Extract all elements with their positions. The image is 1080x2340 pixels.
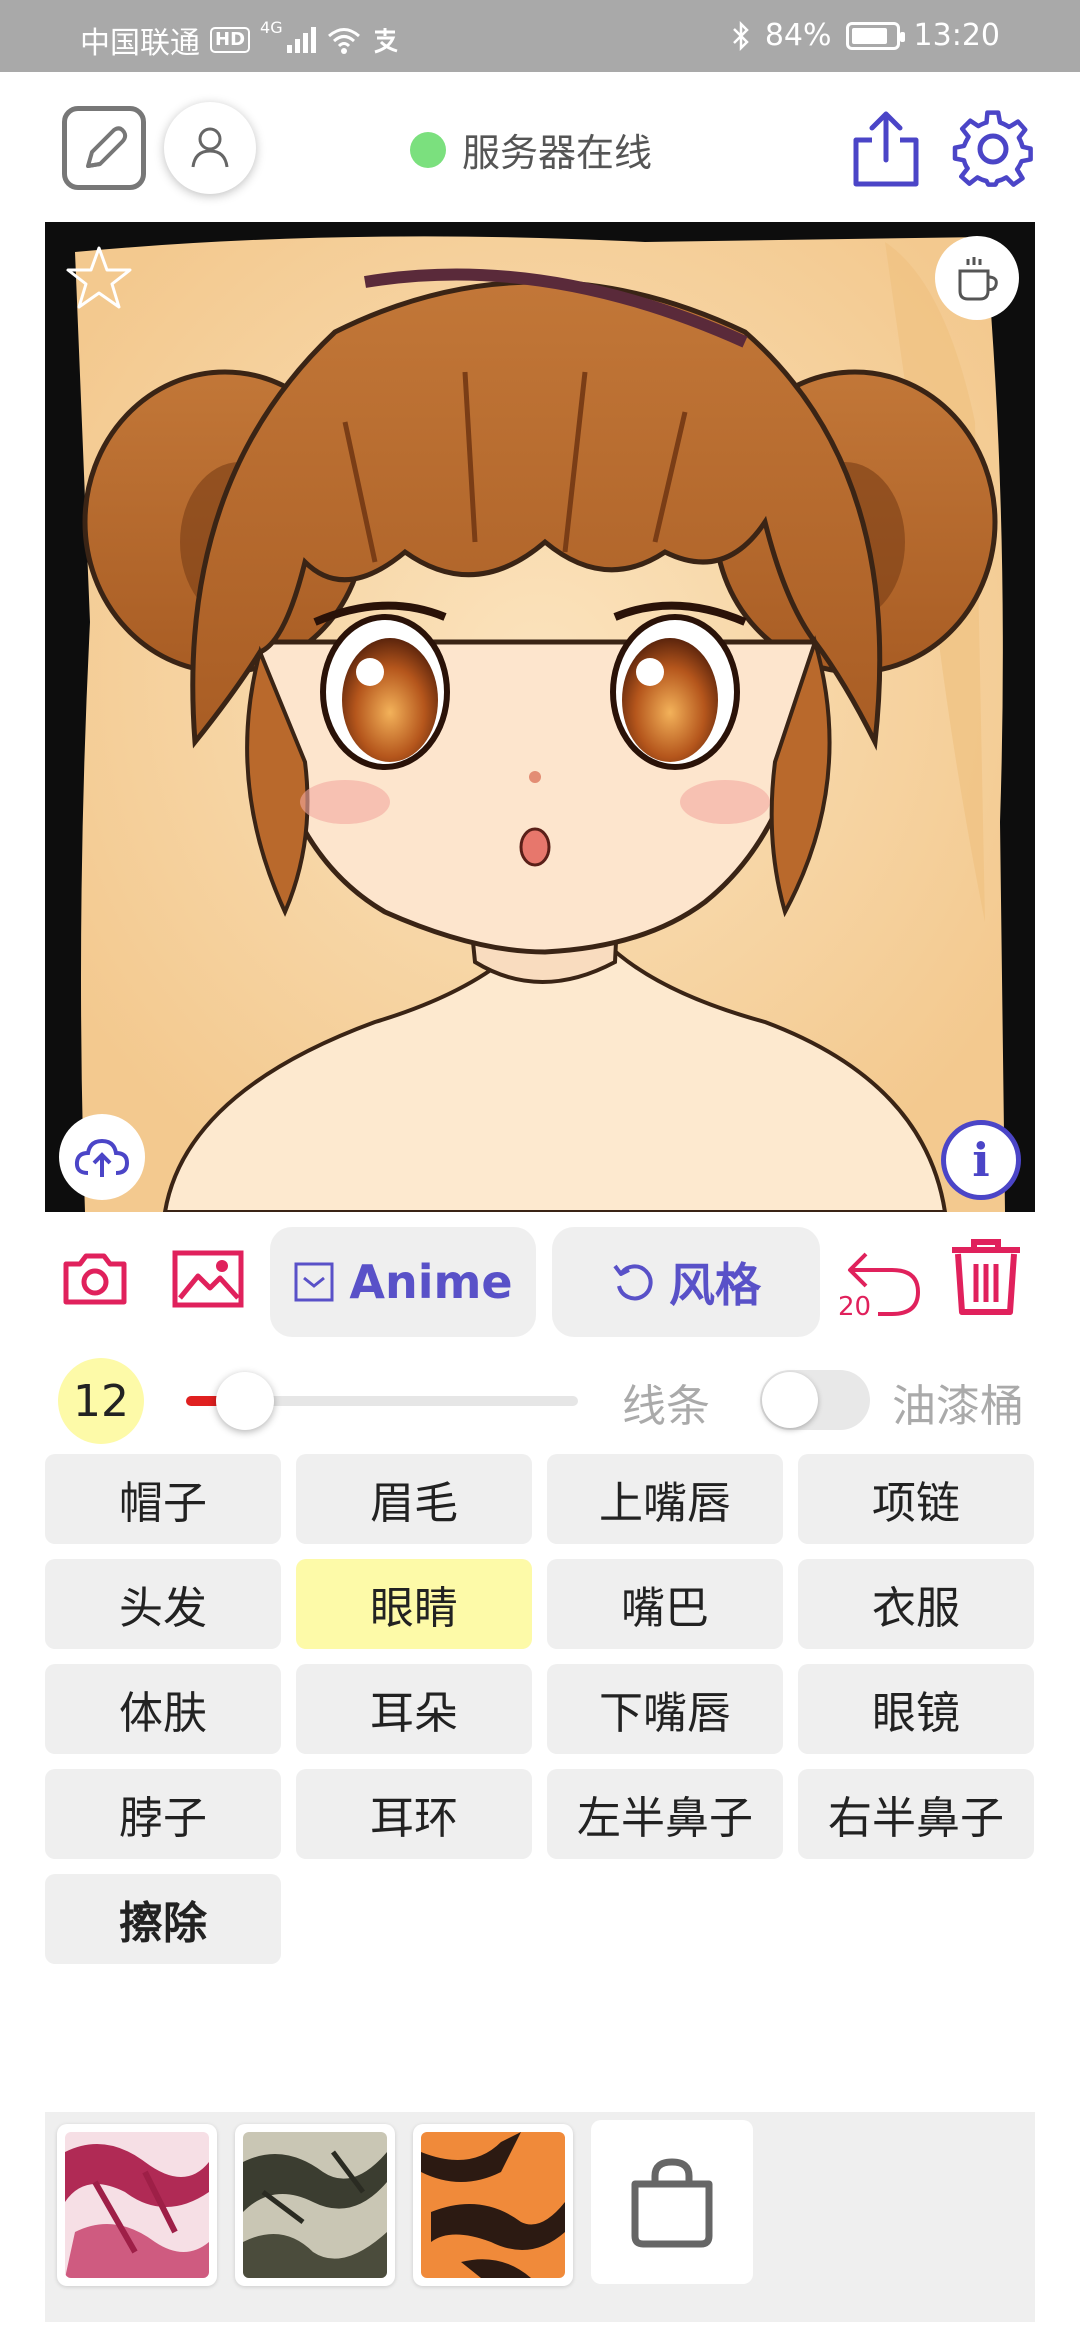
server-status-label: 服务器在线: [462, 131, 653, 175]
hd-badge: HD: [210, 27, 251, 53]
part-label: 脖子: [119, 1793, 207, 1844]
user-icon: [191, 127, 229, 168]
part-label: 下嘴唇: [599, 1688, 731, 1739]
part-selector-grid: 帽子 眉毛 上嘴唇 项链 头发 眼睛 嘴巴 衣服 体肤 耳朵 下嘴唇 眼镜 脖子…: [45, 1454, 1035, 1964]
user-button[interactable]: [164, 102, 256, 194]
clock: 13:20: [913, 18, 1000, 53]
part-button[interactable]: 耳环: [296, 1769, 532, 1859]
coffee-button[interactable]: [935, 236, 1019, 320]
part-button[interactable]: 下嘴唇: [547, 1664, 783, 1754]
part-button[interactable]: 左半鼻子: [547, 1769, 783, 1859]
network-type: 4G: [260, 18, 283, 37]
info-icon: i: [972, 1133, 990, 1187]
image-icon: [172, 1250, 244, 1308]
part-label: 耳环: [370, 1793, 458, 1844]
shopping-bag-icon: [631, 2158, 713, 2248]
checkbox-icon: [294, 1262, 334, 1302]
settings-button[interactable]: [950, 106, 1036, 192]
status-bar: 中国联通 HD 4G 84% 13:20: [0, 0, 1080, 72]
gallery-button[interactable]: [172, 1250, 244, 1308]
delete-button[interactable]: [948, 1236, 1024, 1316]
info-button[interactable]: i: [941, 1120, 1021, 1200]
part-button[interactable]: 眼镜: [798, 1664, 1034, 1754]
wifi-icon: [327, 26, 361, 54]
texture-swatch[interactable]: [57, 2124, 217, 2286]
part-label: 体肤: [119, 1688, 207, 1739]
brush-size-badge: 12: [58, 1358, 144, 1444]
battery-icon: [845, 21, 905, 50]
signal-icon: [286, 27, 317, 53]
paint-bucket-label: 油漆桶: [892, 1381, 1024, 1432]
brush-controls: 12 线条 油漆桶: [0, 1342, 1080, 1452]
part-label: 头发: [119, 1583, 207, 1634]
part-label: 衣服: [872, 1583, 960, 1634]
anime-portrait-image: [45, 222, 1035, 1212]
top-toolbar: 服务器在线: [0, 72, 1080, 222]
toggle-knob: [762, 1372, 818, 1428]
paint-bucket-toggle[interactable]: [760, 1370, 870, 1430]
part-label: 眉毛: [370, 1478, 458, 1529]
texture-tray: [45, 2112, 1035, 2322]
texture-pink-image: [65, 2132, 209, 2278]
trash-icon: [952, 1239, 1020, 1315]
carrier-name: 中国联通: [80, 26, 200, 61]
part-button[interactable]: 体肤: [45, 1664, 281, 1754]
part-label: 右半鼻子: [828, 1793, 1004, 1844]
part-button[interactable]: 衣服: [798, 1559, 1034, 1649]
favorite-button[interactable]: [63, 242, 135, 314]
texture-swatch[interactable]: [235, 2124, 395, 2286]
server-status: 服务器在线: [410, 122, 652, 177]
part-button[interactable]: 帽子: [45, 1454, 281, 1544]
texture-camo-image: [243, 2132, 387, 2278]
camera-icon: [63, 1253, 127, 1305]
style-label: 风格: [669, 1258, 761, 1312]
erase-button[interactable]: 擦除: [45, 1874, 281, 1964]
status-dot: [410, 131, 446, 168]
battery-percent: 84%: [764, 18, 832, 53]
part-button[interactable]: 右半鼻子: [798, 1769, 1034, 1859]
image-canvas[interactable]: i: [45, 222, 1035, 1212]
upload-button[interactable]: [59, 1114, 145, 1200]
shop-button[interactable]: [591, 2120, 753, 2284]
style-button[interactable]: 风格: [552, 1227, 820, 1337]
part-label: 左半鼻子: [577, 1793, 753, 1844]
anime-label: Anime: [349, 1255, 513, 1309]
part-label: 擦除: [119, 1898, 207, 1949]
part-button[interactable]: 上嘴唇: [547, 1454, 783, 1544]
bluetooth-icon: [731, 20, 751, 51]
action-toolbar: Anime 风格 20: [0, 1212, 1080, 1342]
anime-model-button[interactable]: Anime: [270, 1227, 536, 1337]
part-button[interactable]: 头发: [45, 1559, 281, 1649]
part-label: 嘴巴: [621, 1583, 709, 1634]
part-button[interactable]: 眉毛: [296, 1454, 532, 1544]
cloud-upload-icon: [74, 1138, 130, 1177]
texture-swatch[interactable]: [413, 2124, 573, 2286]
part-label: 项链: [872, 1478, 960, 1529]
part-label: 帽子: [119, 1478, 207, 1529]
share-icon: [853, 111, 919, 187]
part-label: 耳朵: [370, 1688, 458, 1739]
line-mode-label: 线条: [622, 1381, 710, 1432]
part-button[interactable]: 眼睛: [296, 1559, 532, 1649]
edit-icon: [86, 126, 128, 168]
slider-thumb[interactable]: [215, 1372, 274, 1430]
gear-icon: [952, 110, 1033, 187]
texture-tiger-image: [421, 2132, 565, 2278]
coffee-cup-icon: [958, 257, 998, 301]
part-button[interactable]: 耳朵: [296, 1664, 532, 1754]
part-button[interactable]: 脖子: [45, 1769, 281, 1859]
edit-button[interactable]: [62, 106, 146, 190]
camera-button[interactable]: [62, 1250, 128, 1306]
part-label: 上嘴唇: [599, 1478, 731, 1529]
star-icon: [66, 246, 132, 309]
part-label: 眼睛: [370, 1583, 458, 1634]
undo-count: 20: [838, 1292, 872, 1322]
share-button[interactable]: [846, 106, 926, 190]
part-label: 眼镜: [872, 1688, 960, 1739]
refresh-icon: [613, 1264, 653, 1301]
part-button[interactable]: 嘴巴: [547, 1559, 783, 1649]
part-button[interactable]: 项链: [798, 1454, 1034, 1544]
alipay-icon: [371, 26, 399, 54]
brush-size-value: 12: [73, 1375, 129, 1427]
